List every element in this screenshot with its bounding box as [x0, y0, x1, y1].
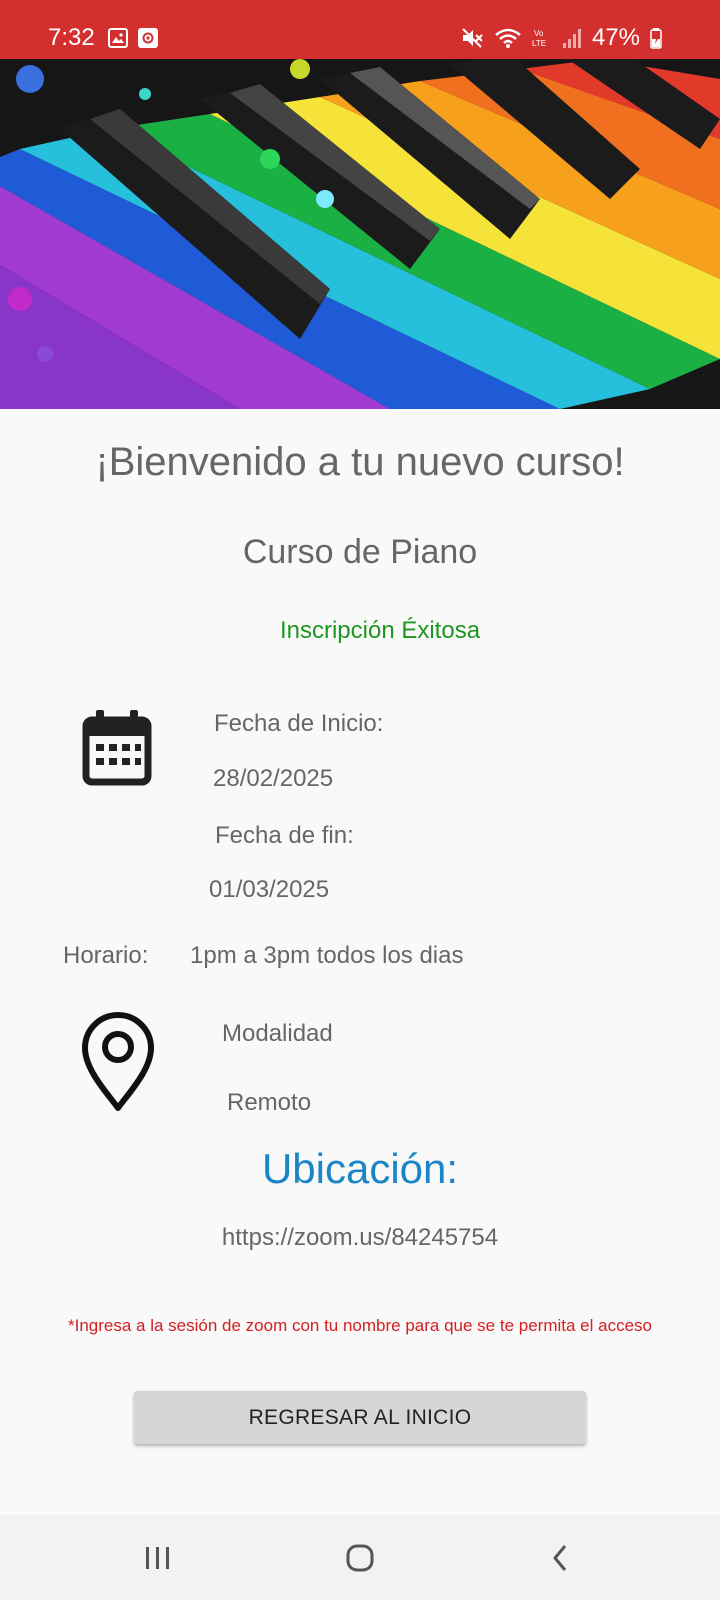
- rainbow-piano-keys-image: [0, 59, 720, 409]
- back-button[interactable]: [500, 1515, 620, 1600]
- location-title: Ubicación:: [261, 1145, 459, 1192]
- battery-icon: [650, 28, 662, 49]
- start-date-label: Fecha de Inicio:: [214, 710, 384, 737]
- back-icon: [553, 1544, 567, 1571]
- svg-text:Vo: Vo: [534, 29, 544, 38]
- volte-icon: Vo LTE: [532, 29, 546, 48]
- mute-icon: [462, 28, 483, 48]
- recents-button[interactable]: [98, 1515, 218, 1600]
- location-pin-icon: [82, 1012, 154, 1111]
- svg-text:LTE: LTE: [532, 39, 546, 48]
- home-icon: [346, 1544, 374, 1571]
- hero-image: [0, 59, 720, 409]
- calendar-icon: [82, 710, 152, 786]
- mode-label: Modalidad: [222, 1020, 333, 1047]
- schedule-value: 1pm a 3pm todos los dias: [190, 942, 464, 969]
- recents-icon: [146, 1546, 169, 1569]
- back-to-home-button[interactable]: REGRESAR AL INICIO: [134, 1391, 586, 1444]
- status-bar: 7:32 Vo LTE 47%: [0, 0, 720, 59]
- end-date-value: 01/03/2025: [209, 876, 330, 903]
- schedule-label: Horario:: [63, 942, 149, 969]
- course-name: Curso de Piano: [242, 533, 478, 571]
- home-button[interactable]: [300, 1515, 420, 1600]
- wifi-icon: [495, 28, 521, 48]
- end-date-label: Fecha de fin:: [215, 822, 354, 849]
- record-icon: [138, 28, 158, 48]
- mode-value: Remoto: [227, 1089, 312, 1116]
- zoom-link[interactable]: https://zoom.us/84245754: [0, 1224, 720, 1252]
- system-nav-bar: [0, 1515, 720, 1600]
- enrollment-status: Inscripción Éxitosa: [279, 617, 481, 644]
- page-title: ¡Bienvenido a tu nuevo curso!: [95, 440, 625, 484]
- access-note: *Ingresa a la sesión de zoom con tu nomb…: [67, 1316, 652, 1335]
- start-date-value: 28/02/2025: [213, 765, 334, 792]
- gallery-icon: [108, 28, 128, 48]
- battery-percent: 47%: [591, 24, 640, 51]
- signal-icon: [562, 29, 581, 48]
- status-time: 7:32: [48, 24, 95, 51]
